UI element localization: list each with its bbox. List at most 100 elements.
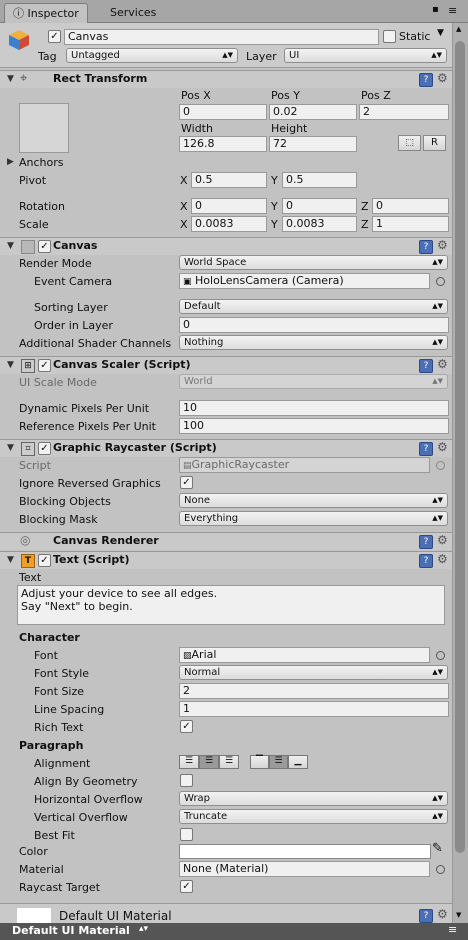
- pivot-y-field[interactable]: 0.5: [282, 172, 357, 188]
- reference-pixels-field[interactable]: 100: [179, 418, 449, 434]
- raycast-target-checkbox[interactable]: ✓: [180, 880, 193, 893]
- help-icon[interactable]: ?: [419, 442, 433, 456]
- text-area[interactable]: Adjust your device to see all edges. Say…: [17, 585, 445, 625]
- help-icon[interactable]: ?: [419, 909, 433, 923]
- align-by-geometry-checkbox[interactable]: [180, 774, 193, 787]
- align-middle-button[interactable]: ☰: [269, 755, 288, 769]
- material-preview-header[interactable]: Default UI Material ? ⚙: [0, 903, 452, 924]
- fold-arrow-icon[interactable]: ▼: [7, 360, 14, 370]
- rect-transform-header[interactable]: ▼ ⌖ Rect Transform ? ⚙: [0, 70, 452, 88]
- object-picker-icon[interactable]: [436, 651, 445, 660]
- line-spacing-field[interactable]: 1: [179, 701, 449, 717]
- rich-text-checkbox[interactable]: ✓: [180, 720, 193, 733]
- color-swatch[interactable]: [179, 844, 431, 859]
- gear-icon[interactable]: ⚙: [437, 552, 448, 566]
- scale-z-field[interactable]: 1: [372, 216, 449, 232]
- order-in-layer-field[interactable]: 0: [179, 317, 449, 333]
- graphic-raycaster-header[interactable]: ▼ ⌗ ✓ Graphic Raycaster (Script) ? ⚙: [0, 439, 452, 457]
- preview-bar[interactable]: Default UI Material ▴▾ ≡: [0, 923, 468, 940]
- anchor-preset-box[interactable]: [19, 103, 69, 153]
- help-icon[interactable]: ?: [419, 240, 433, 254]
- tab-inspector[interactable]: ⓘ Inspector: [4, 3, 88, 23]
- fold-arrow-icon[interactable]: ▼: [7, 74, 14, 84]
- static-checkbox[interactable]: [383, 30, 396, 43]
- help-icon[interactable]: ?: [419, 73, 433, 87]
- height-field[interactable]: 72: [269, 136, 357, 152]
- scrollbar-thumb[interactable]: [455, 41, 465, 853]
- dynamic-pixels-field[interactable]: 10: [179, 400, 449, 416]
- canvas-scaler-header[interactable]: ▼ ⊞ ✓ Canvas Scaler (Script) ? ⚙: [0, 356, 452, 374]
- align-left-button[interactable]: ☰: [179, 755, 199, 769]
- help-icon[interactable]: ?: [419, 359, 433, 373]
- gear-icon[interactable]: ⚙: [437, 907, 448, 921]
- blocking-mask-dropdown[interactable]: Everything ▲▼: [179, 511, 448, 526]
- align-bottom-button[interactable]: ▁: [288, 755, 308, 769]
- shader-channels-dropdown[interactable]: Nothing ▲▼: [179, 335, 448, 350]
- horizontal-overflow-dropdown[interactable]: Wrap ▲▼: [179, 791, 448, 806]
- vertical-overflow-dropdown[interactable]: Truncate ▲▼: [179, 809, 448, 824]
- canvas-scaler-enabled-checkbox[interactable]: ✓: [38, 359, 51, 372]
- canvas-renderer-header[interactable]: ◎ Canvas Renderer ? ⚙: [0, 532, 452, 550]
- gear-icon[interactable]: ⚙: [437, 71, 448, 85]
- ignore-reversed-checkbox[interactable]: ✓: [180, 476, 193, 489]
- canvas-enabled-checkbox[interactable]: ✓: [38, 240, 51, 253]
- eyedropper-icon[interactable]: ✎: [432, 841, 443, 856]
- tag-dropdown[interactable]: Untagged ▲▼: [66, 48, 238, 63]
- raw-edit-button[interactable]: R: [423, 135, 446, 151]
- object-name-field[interactable]: Canvas: [64, 29, 379, 45]
- pos-x-field[interactable]: 0: [179, 104, 267, 120]
- object-picker-icon[interactable]: [436, 277, 445, 286]
- vertical-scrollbar[interactable]: ▲ ▼: [452, 23, 468, 923]
- text-enabled-checkbox[interactable]: ✓: [38, 554, 51, 567]
- help-icon[interactable]: ?: [419, 554, 433, 568]
- static-dropdown-icon[interactable]: ▼: [437, 28, 444, 38]
- help-icon[interactable]: ?: [419, 535, 433, 549]
- anchors-fold-icon[interactable]: ▶: [7, 157, 14, 167]
- font-size-field[interactable]: 2: [179, 683, 449, 699]
- rotation-z-field[interactable]: 0: [372, 198, 449, 214]
- blocking-objects-dropdown[interactable]: None ▲▼: [179, 493, 448, 508]
- gear-icon[interactable]: ⚙: [437, 238, 448, 252]
- menu-icon[interactable]: ≡: [448, 4, 457, 17]
- fold-arrow-icon[interactable]: ▼: [7, 443, 14, 453]
- material-field[interactable]: None (Material): [179, 861, 430, 877]
- best-fit-checkbox[interactable]: [180, 828, 193, 841]
- scroll-down-icon[interactable]: ▼: [456, 911, 461, 919]
- gear-icon[interactable]: ⚙: [437, 440, 448, 454]
- fold-arrow-icon[interactable]: ▼: [7, 241, 14, 251]
- scale-x-field[interactable]: 0.0083: [191, 216, 267, 232]
- pos-z-field[interactable]: 2: [359, 104, 449, 120]
- align-center-button[interactable]: ☰: [199, 755, 219, 769]
- layer-dropdown[interactable]: UI ▲▼: [284, 48, 447, 63]
- active-checkbox[interactable]: ✓: [48, 30, 61, 43]
- scroll-up-icon[interactable]: ▲: [456, 25, 461, 33]
- width-field[interactable]: 126.8: [179, 136, 267, 152]
- chevron-down-icon: ▲▼: [432, 496, 443, 504]
- rotation-y-field[interactable]: 0: [282, 198, 357, 214]
- gear-icon[interactable]: ⚙: [437, 533, 448, 547]
- rotation-x-field[interactable]: 0: [191, 198, 267, 214]
- render-mode-dropdown[interactable]: World Space ▲▼: [179, 255, 448, 270]
- chevron-down-icon: ▲▼: [432, 812, 443, 820]
- scale-y-field[interactable]: 0.0083: [282, 216, 357, 232]
- tab-services[interactable]: Services: [102, 3, 164, 22]
- font-field[interactable]: ▨Arial: [179, 647, 430, 663]
- pivot-x-field[interactable]: 0.5: [191, 172, 267, 188]
- fold-arrow-icon[interactable]: ▼: [7, 555, 14, 565]
- anchors-label[interactable]: Anchors: [19, 155, 64, 170]
- event-camera-field[interactable]: ▣ HoloLensCamera (Camera): [179, 273, 430, 289]
- align-top-button[interactable]: ▔: [250, 755, 269, 769]
- text-script-header[interactable]: ▼ T ✓ Text (Script) ? ⚙: [0, 551, 452, 569]
- pos-y-field[interactable]: 0.02: [269, 104, 357, 120]
- font-style-dropdown[interactable]: Normal ▲▼: [179, 665, 448, 680]
- object-picker-icon[interactable]: [436, 865, 445, 874]
- sorting-layer-dropdown[interactable]: Default ▲▼: [179, 299, 448, 314]
- canvas-header[interactable]: ▼ ✓ Canvas ? ⚙: [0, 237, 452, 255]
- graphic-raycaster-enabled-checkbox[interactable]: ✓: [38, 442, 51, 455]
- lock-icon[interactable]: ▪: [432, 4, 439, 15]
- align-right-button[interactable]: ☰: [219, 755, 239, 769]
- blueprint-mode-button[interactable]: ⬚: [398, 135, 421, 151]
- chevron-down-icon[interactable]: ▴▾: [139, 924, 148, 934]
- menu-icon[interactable]: ≡: [448, 923, 457, 936]
- gear-icon[interactable]: ⚙: [437, 357, 448, 371]
